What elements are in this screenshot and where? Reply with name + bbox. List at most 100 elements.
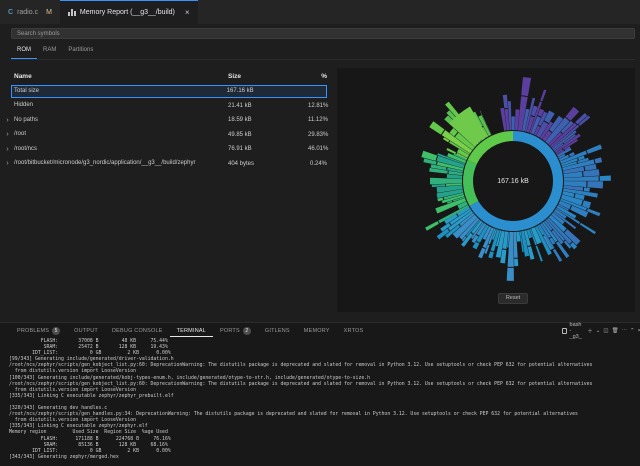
trash-icon[interactable]: 🗑︎ [612,328,619,334]
row-size: 404 bytes [228,160,255,167]
table-row[interactable]: Hidden 21.41 kB 12.81% [3,99,331,114]
row-name-cell: Total size 167.16 kB [11,84,327,98]
terminal-line: /root/ncs/zephyr/scripts/gen_kobject_lis… [9,381,593,387]
sunburst-segment[interactable] [421,150,438,161]
tab-problems[interactable]: PROBLEMS 5 [10,325,67,337]
row-name: /root [14,131,27,138]
column-header-name[interactable]: Name [12,71,228,82]
c-language-icon: C [8,8,14,16]
row-percent: 46.01% [308,146,329,153]
column-header-percent[interactable]: % [308,73,327,80]
sunburst-segment[interactable] [527,246,535,260]
bar-chart-icon [67,9,76,16]
tab-label: MEMORY [303,328,330,334]
table-row[interactable]: › No paths 18.59 kB 11.12% [3,113,331,128]
maximize-icon[interactable]: ⌃ [630,328,635,334]
memory-table: Name Size % Total size 167.16 kB Hidden … [3,68,331,171]
chevron-down-icon[interactable]: ⌄ [596,328,601,334]
row-size: 76.91 kB [228,146,252,153]
sunburst-center-label: 167.16 kB [497,178,529,185]
sunburst-segment[interactable] [579,222,596,235]
modified-indicator: M [46,8,52,16]
sunburst-segment[interactable] [535,245,543,262]
tab-partitions[interactable]: Partitions [62,45,99,59]
chevron-right-icon[interactable]: › [3,117,12,124]
sunburst-segment[interactable] [565,106,580,121]
tab-output[interactable]: OUTPUT [67,326,105,336]
tab-label: TERMINAL [176,327,206,334]
tab-radio-c[interactable]: C radio.c M [0,0,60,24]
row-name: No paths [14,116,39,123]
sunburst-segment[interactable] [502,94,508,109]
tab-label: XRTOS [343,328,364,334]
column-header-size[interactable]: Size [228,73,308,80]
more-icon[interactable]: ⋯ [622,328,628,334]
tab-gitlens[interactable]: GITLENS [258,326,297,336]
panel-tabs: PROBLEMS 5 OUTPUT DEBUG CONSOLE TERMINAL … [10,324,370,338]
table-row[interactable]: Total size 167.16 kB [3,84,331,99]
chevron-right-icon[interactable]: › [3,160,12,167]
row-size: 49.85 kB [228,131,252,138]
terminal-selector[interactable]: bash - _g3_ ＋ ⌄ ◫ 🗑︎ ⋯ ⌃ × [562,322,640,340]
row-size: 18.59 kB [228,117,252,124]
tab-memory-report[interactable]: Memory Report (__g3__/build) × [59,0,198,24]
chevron-right-icon[interactable]: › [3,146,12,153]
sunburst-segment[interactable] [511,116,515,131]
sunburst-segment[interactable] [425,221,439,231]
row-percent: 12.81% [308,102,329,109]
table-row[interactable]: › /root 49.85 kB 29.83% [3,128,331,143]
row-percent [306,86,326,97]
memory-type-tabs: ROM RAM Partitions [11,45,99,59]
sunburst-segment[interactable] [587,181,604,189]
sunburst-segment[interactable] [446,147,457,155]
terminal-icon [562,327,567,334]
tab-terminal[interactable]: TERMINAL [169,326,213,337]
divider [11,59,635,60]
tab-debug-console[interactable]: DEBUG CONSOLE [105,326,170,336]
sunburst-segment[interactable] [586,208,601,217]
sunburst-segment[interactable] [514,258,519,267]
tab-memory[interactable]: MEMORY [297,326,337,336]
tab-ports[interactable]: PORTS 2 [213,325,258,337]
sunburst-segment[interactable] [583,187,590,192]
sunburst-segment[interactable] [429,177,463,185]
terminal-output[interactable]: FLASH: 37008 B 48 KB 75.44% SRAM: 25472 … [9,339,637,461]
add-terminal-icon[interactable]: ＋ [587,327,593,335]
sunburst-segment[interactable] [586,144,603,154]
count-badge: 5 [52,327,61,335]
tab-xrtos[interactable]: XRTOS [337,326,371,336]
sunburst-segment[interactable] [472,241,480,250]
tab-label: PROBLEMS [17,328,50,334]
sunburst-segment[interactable] [488,251,494,259]
tab-label: Memory Report (__g3__/build) [79,9,175,16]
tab-rom[interactable]: ROM [11,45,37,59]
sunburst-segment[interactable] [599,175,611,181]
row-percent: 11.12% [308,117,328,124]
sunburst-segment[interactable] [429,121,445,135]
row-size: 21.41 kB [228,102,252,109]
tab-label: PORTS [220,328,240,334]
reset-button[interactable]: Reset [498,293,528,304]
table-row[interactable]: › /root/bitbucket/micronode/g3_nordic/ap… [3,157,331,172]
row-percent: 29.83% [308,131,329,138]
terminal-line: [343/343] Generating zephyr/merged.hex [9,454,119,460]
sunburst-segment[interactable] [506,267,514,281]
tab-label: OUTPUT [74,328,98,334]
table-row[interactable]: › /root/ncs 76.91 kB 46.01% [3,142,331,157]
sunburst-chart-panel: 167.16 kB [337,68,635,312]
tab-ram[interactable]: RAM [37,45,62,59]
sunburst-chart[interactable]: 167.16 kB [337,68,635,312]
table-header: Name Size % [3,68,331,84]
split-icon[interactable]: ◫ [603,328,608,334]
chevron-right-icon[interactable]: › [3,131,12,138]
sunburst-segment[interactable] [552,248,563,262]
close-icon[interactable]: × [185,8,190,17]
sunburst-segment[interactable] [540,89,547,102]
row-size: 167.16 kB [226,87,254,94]
search-input[interactable]: Search symbols [11,28,635,39]
sunburst-segment[interactable] [521,76,532,97]
tab-label: DEBUG CONSOLE [111,328,163,334]
row-name: /root/bitbucket/micronode/g3_nordic/appl… [14,160,196,167]
tab-label: radio.c [17,8,39,16]
sunburst-segment[interactable] [594,157,603,164]
